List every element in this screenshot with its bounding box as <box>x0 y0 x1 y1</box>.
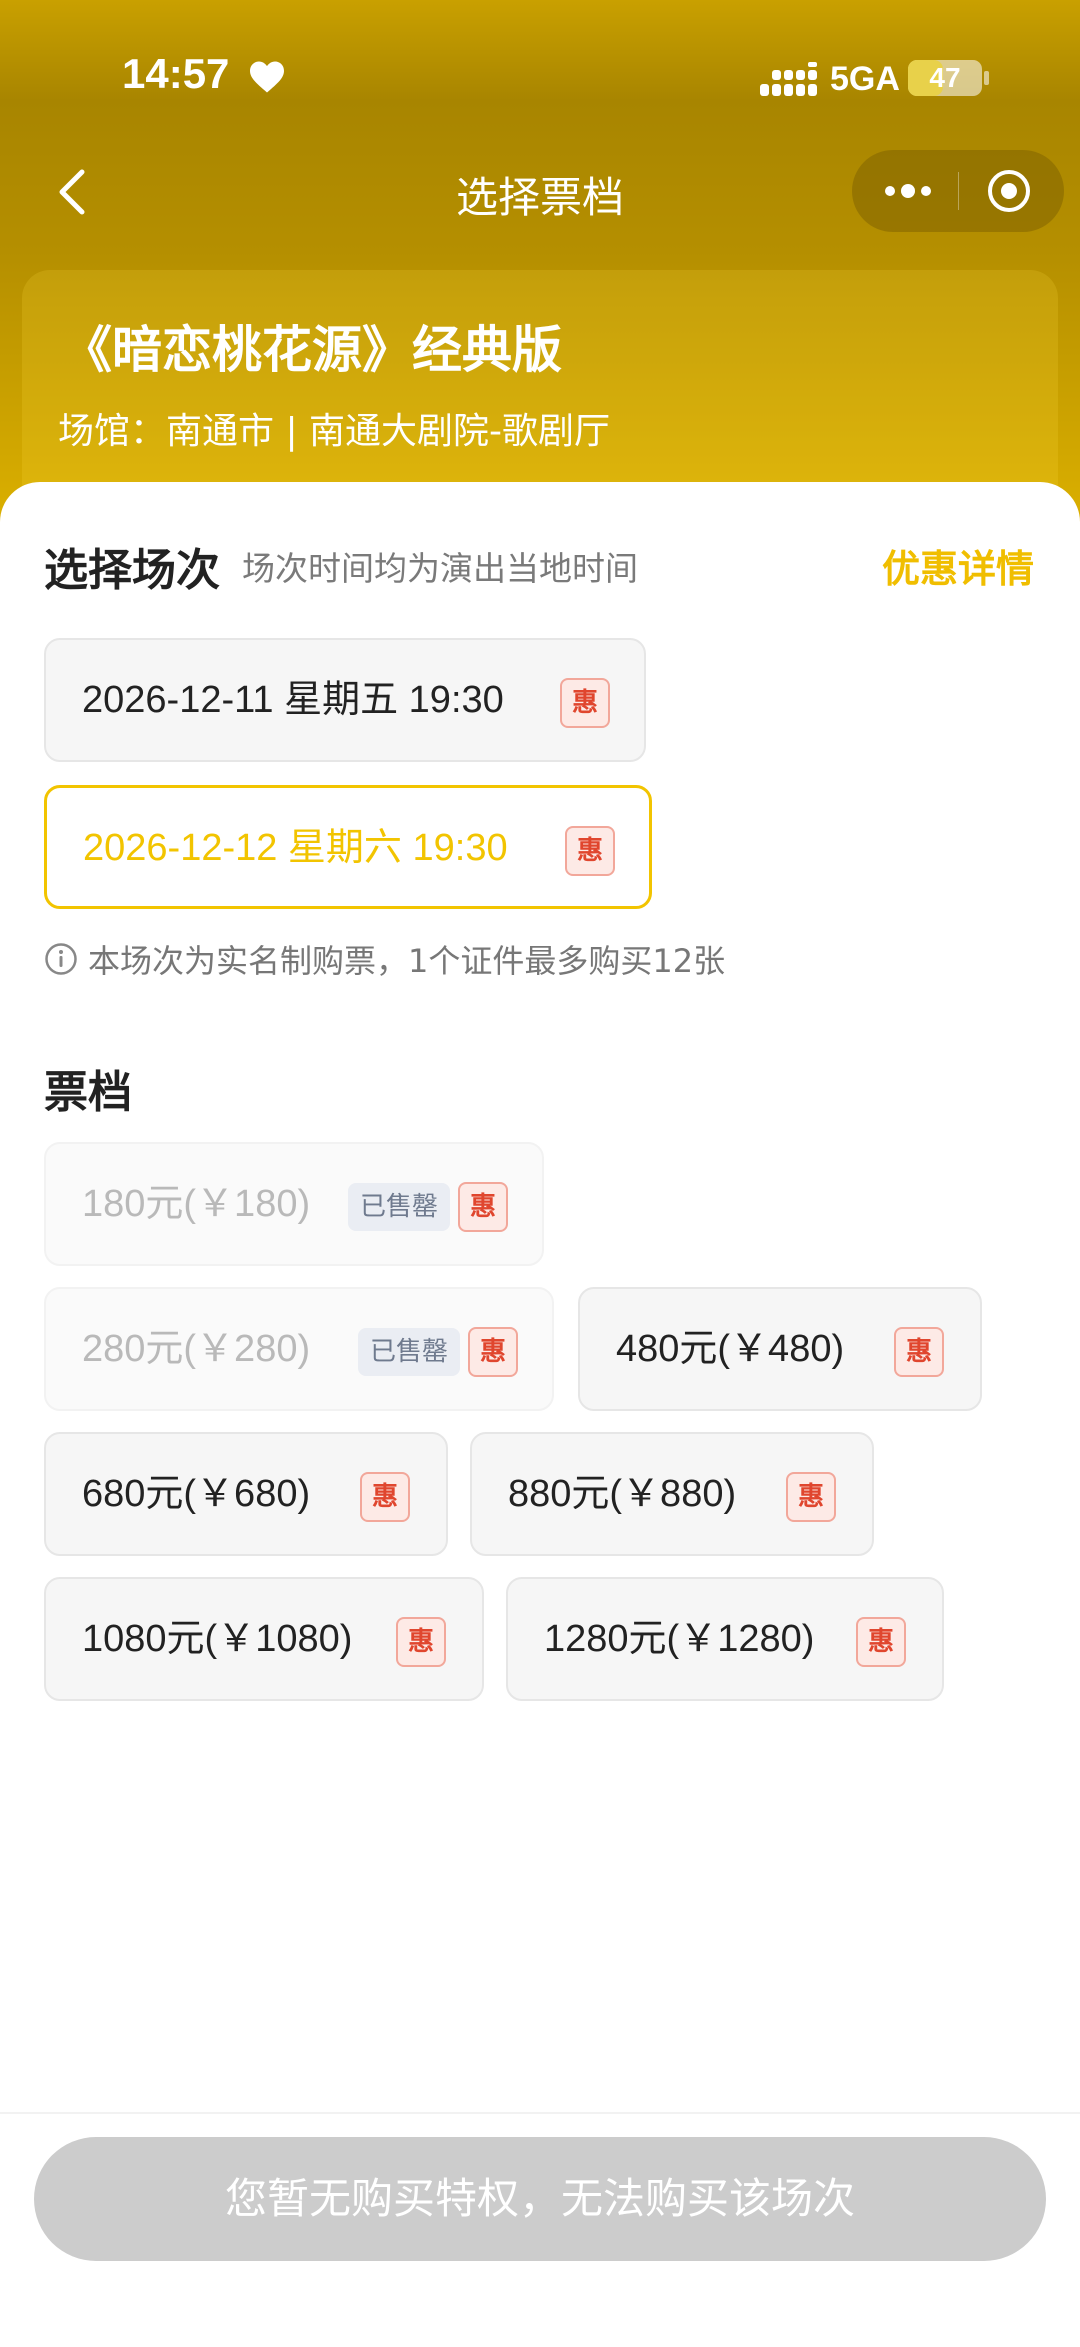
tier-label: 880元(￥880) <box>508 1473 737 1515</box>
tier-label: 1280元(￥1280) <box>544 1618 815 1660</box>
battery-label: 47 <box>929 62 961 93</box>
info-icon <box>45 943 77 975</box>
network-label: 5GA <box>830 60 900 98</box>
tier-option[interactable]: 480元(￥480) 惠 <box>578 1287 982 1411</box>
signal-icon <box>760 62 817 96</box>
discount-badge: 惠 <box>360 1472 410 1522</box>
discount-badge: 惠 <box>894 1327 944 1377</box>
tier-option-sold-out: 280元(￥280) 已售罄 惠 <box>44 1287 554 1411</box>
selection-sheet: 选择场次 场次时间均为演出当地时间 优惠详情 2026-12-11 星期五 19… <box>0 482 1080 2347</box>
tier-option[interactable]: 1280元(￥1280) 惠 <box>506 1577 944 1701</box>
capsule-divider <box>958 172 959 210</box>
nav-bar: 选择票档 <box>0 150 1080 234</box>
session-time-hint: 场次时间均为演出当地时间 <box>242 549 638 588</box>
tier-option[interactable]: 680元(￥680) 惠 <box>44 1432 448 1556</box>
discount-badge: 惠 <box>560 678 610 728</box>
sold-out-badge: 已售罄 <box>358 1328 460 1376</box>
buy-button-disabled[interactable]: 您暂无购买特权，无法购买该场次 <box>34 2137 1046 2261</box>
discount-badge: 惠 <box>468 1327 518 1377</box>
tier-label: 280元(￥280) <box>82 1328 311 1370</box>
tier-option-sold-out: 180元(￥180) 已售罄 惠 <box>44 1142 544 1266</box>
back-icon[interactable] <box>46 164 102 220</box>
discount-badge: 惠 <box>458 1182 508 1232</box>
status-bar: 14:57 5GA 47 <box>0 0 1080 150</box>
show-title: 《暗恋桃花源》经典版 <box>62 321 562 379</box>
battery-icon: 47 <box>908 60 982 96</box>
more-icon[interactable] <box>880 172 936 210</box>
tier-option[interactable]: 880元(￥880) 惠 <box>470 1432 874 1556</box>
footer-divider <box>0 2112 1080 2114</box>
status-time: 14:57 <box>122 50 230 97</box>
tier-option[interactable]: 1080元(￥1080) 惠 <box>44 1577 484 1701</box>
heart-icon <box>250 61 284 93</box>
discount-badge: 惠 <box>565 826 615 876</box>
session-section-title: 选择场次 <box>44 545 220 596</box>
venue-info: 场馆：南通市 | 南通大剧院-歌剧厅 <box>58 411 611 452</box>
tier-label: 480元(￥480) <box>616 1328 845 1370</box>
sold-out-badge: 已售罄 <box>348 1183 450 1231</box>
tier-label: 180元(￥180) <box>82 1183 311 1225</box>
close-target-icon[interactable] <box>986 168 1032 214</box>
battery-tip <box>984 71 989 85</box>
session-label: 2026-12-12 星期六 19:30 <box>83 827 508 869</box>
session-option-selected[interactable]: 2026-12-12 星期六 19:30 惠 <box>44 785 652 909</box>
session-label: 2026-12-11 星期五 19:30 <box>82 679 504 721</box>
discount-badge: 惠 <box>786 1472 836 1522</box>
discount-details-link[interactable]: 优惠详情 <box>882 538 1034 593</box>
discount-badge: 惠 <box>856 1617 906 1667</box>
session-option[interactable]: 2026-12-11 星期五 19:30 惠 <box>44 638 646 762</box>
tier-label: 1080元(￥1080) <box>82 1618 353 1660</box>
discount-badge: 惠 <box>396 1617 446 1667</box>
mini-program-capsule <box>852 150 1064 232</box>
tier-section-title: 票档 <box>44 1067 132 1118</box>
purchase-notice-text: 本场次为实名制购票，1个证件最多购买12张 <box>88 942 726 980</box>
tier-label: 680元(￥680) <box>82 1473 311 1515</box>
